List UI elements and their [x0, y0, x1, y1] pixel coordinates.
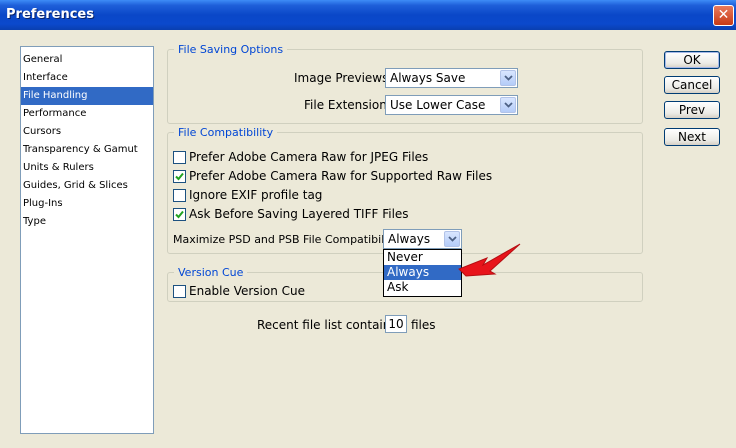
sidebar-item-plug-ins[interactable]: Plug-Ins — [21, 195, 153, 213]
window-title: Preferences — [6, 7, 94, 22]
sidebar-item-cursors[interactable]: Cursors — [21, 123, 153, 141]
annotation-arrow-icon — [458, 243, 521, 277]
sidebar-item-transparency-gamut[interactable]: Transparency & Gamut — [21, 141, 153, 159]
close-icon: ✕ — [717, 7, 730, 23]
chevron-down-icon[interactable] — [500, 97, 516, 113]
prefer-acr-jpeg-label: Prefer Adobe Camera Raw for JPEG Files — [189, 150, 429, 164]
sidebar-item-file-handling[interactable]: File Handling — [21, 87, 153, 105]
sidebar-item-interface[interactable]: Interface — [21, 69, 153, 87]
maximize-compatibility-dropdown-list[interactable]: Never Always Ask — [383, 249, 462, 297]
enable-version-cue-checkbox[interactable] — [173, 285, 186, 298]
dropdown-option-ask[interactable]: Ask — [384, 280, 461, 295]
ask-layered-tiff-label: Ask Before Saving Layered TIFF Files — [189, 207, 409, 221]
image-previews-select[interactable]: Always Save — [385, 68, 518, 88]
sidebar-item-general[interactable]: General — [21, 51, 153, 69]
file-extension-value: Use Lower Case — [390, 98, 486, 112]
recent-file-list-label: Recent file list contains: — [257, 318, 401, 332]
maximize-compatibility-value: Always — [388, 232, 431, 246]
version-cue-legend: Version Cue — [178, 266, 244, 279]
next-button[interactable]: Next — [664, 128, 720, 146]
recent-file-suffix: files — [411, 318, 436, 332]
ignore-exif-label: Ignore EXIF profile tag — [189, 188, 323, 202]
close-button[interactable]: ✕ — [713, 5, 734, 26]
file-compatibility-legend: File Compatibility — [178, 126, 274, 139]
checkmark-icon — [175, 210, 184, 219]
prefer-acr-jpeg-checkbox[interactable] — [173, 151, 186, 164]
enable-version-cue-label: Enable Version Cue — [189, 284, 305, 298]
prefer-acr-raw-checkbox[interactable] — [173, 170, 186, 183]
file-extension-select[interactable]: Use Lower Case — [385, 95, 518, 115]
recent-file-count-input[interactable]: 10 — [385, 315, 407, 333]
ok-button[interactable]: OK — [664, 51, 720, 69]
preferences-category-list[interactable]: General Interface File Handling Performa… — [20, 46, 154, 434]
checkmark-icon — [175, 172, 184, 181]
maximize-compatibility-select[interactable]: Always — [383, 229, 462, 249]
file-saving-options-legend: File Saving Options — [178, 43, 284, 56]
cancel-button[interactable]: Cancel — [664, 76, 720, 94]
dropdown-option-never[interactable]: Never — [384, 250, 461, 265]
maximize-compatibility-label: Maximize PSD and PSB File Compatibility: — [173, 233, 402, 246]
sidebar-item-performance[interactable]: Performance — [21, 105, 153, 123]
prev-button[interactable]: Prev — [664, 101, 720, 119]
sidebar-item-units-rulers[interactable]: Units & Rulers — [21, 159, 153, 177]
dropdown-option-always[interactable]: Always — [384, 265, 461, 280]
ask-layered-tiff-checkbox[interactable] — [173, 208, 186, 221]
prefer-acr-raw-label: Prefer Adobe Camera Raw for Supported Ra… — [189, 169, 493, 183]
ignore-exif-checkbox[interactable] — [173, 189, 186, 202]
sidebar-item-type[interactable]: Type — [21, 213, 153, 231]
image-previews-value: Always Save — [390, 71, 466, 85]
file-extension-label: File Extension: — [304, 98, 391, 112]
title-bar: Preferences ✕ — [0, 0, 736, 30]
image-previews-label: Image Previews: — [294, 71, 393, 85]
chevron-down-icon[interactable] — [500, 70, 516, 86]
sidebar-item-guides-grid-slices[interactable]: Guides, Grid & Slices — [21, 177, 153, 195]
